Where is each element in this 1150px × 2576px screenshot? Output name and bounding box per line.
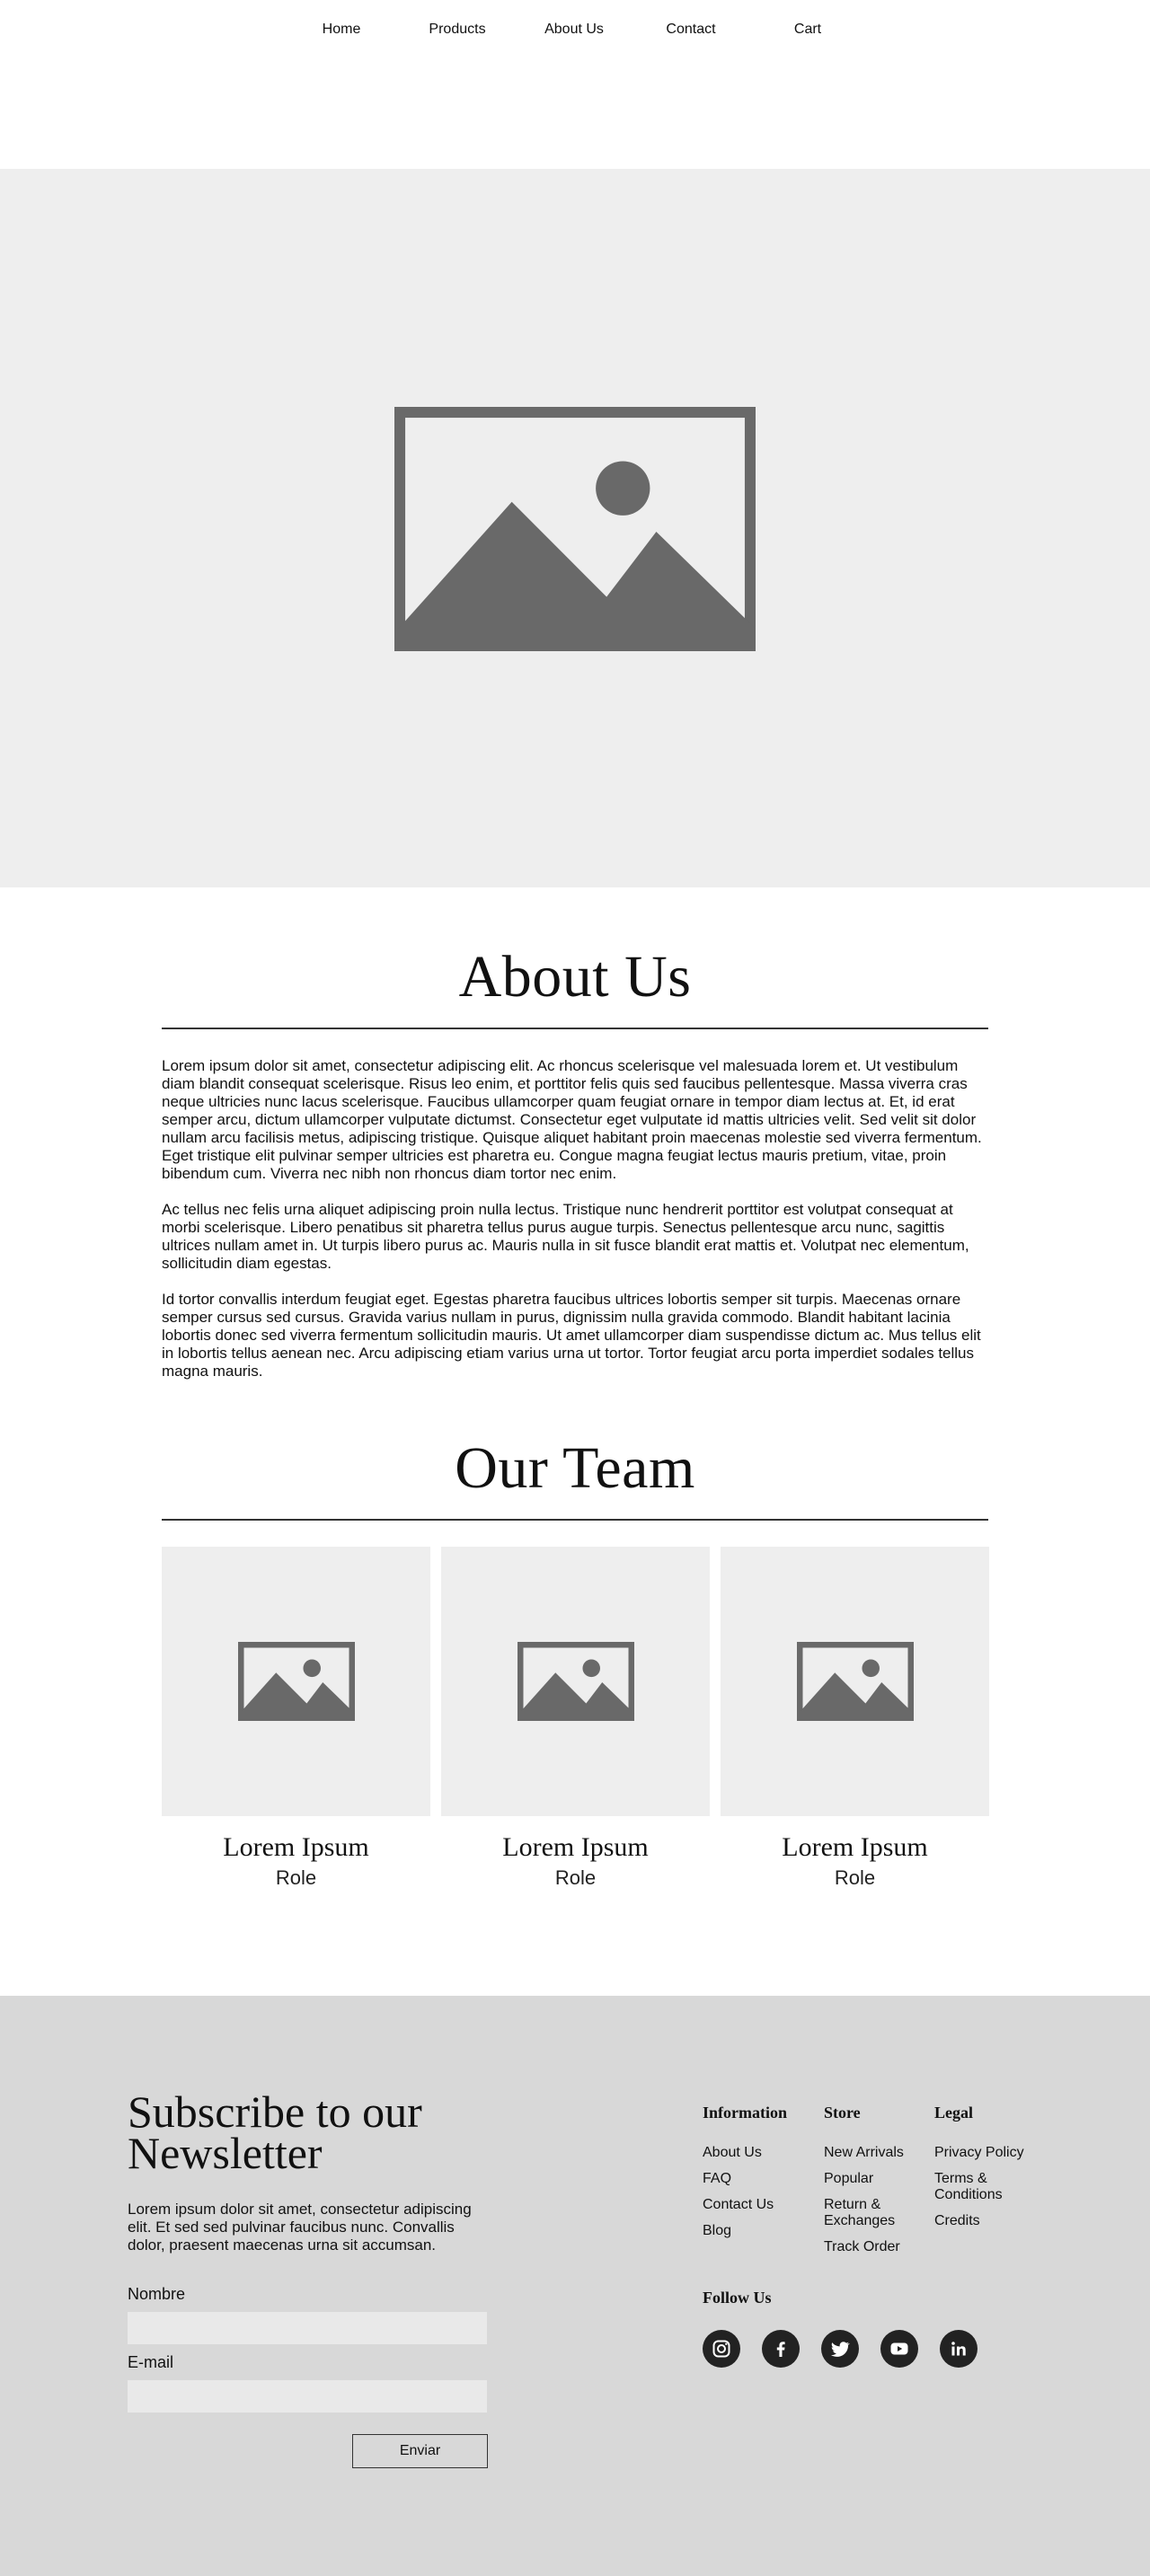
- team-member-name: Lorem Ipsum: [502, 1832, 649, 1862]
- about-title: About Us: [458, 944, 692, 1010]
- footer-link-track-order[interactable]: Track Order: [824, 2239, 914, 2255]
- submit-button[interactable]: Enviar: [352, 2434, 488, 2468]
- footer-link-about-us[interactable]: About Us: [703, 2145, 810, 2161]
- nav-item-products[interactable]: Products: [429, 22, 485, 38]
- newsletter-title-line-2: Newsletter: [128, 2128, 323, 2178]
- store-links: New Arrivals Popular Return & Exchanges …: [824, 2145, 914, 2265]
- legal-links: Privacy Policy Terms & Conditions Credit…: [934, 2145, 1033, 2239]
- email-field-label: E-mail: [128, 2353, 174, 2371]
- team-member-card: Lorem Ipsum Role: [441, 1547, 710, 1890]
- footer-link-privacy-policy[interactable]: Privacy Policy: [934, 2145, 1033, 2161]
- footer-link-terms-conditions[interactable]: Terms & Conditions: [934, 2171, 1033, 2203]
- about-paragraph-1: Lorem ipsum dolor sit amet, consectetur …: [162, 1057, 982, 1182]
- legal-column-title: Legal: [934, 2104, 973, 2122]
- name-input[interactable]: [128, 2312, 487, 2344]
- team-divider: [162, 1519, 988, 1521]
- newsletter-description: Lorem ipsum dolor sit amet, consectetur …: [128, 2201, 472, 2254]
- team-member-photo: [162, 1547, 430, 1816]
- footer-link-credits[interactable]: Credits: [934, 2213, 1033, 2229]
- email-input[interactable]: [128, 2380, 487, 2413]
- footer-link-new-arrivals[interactable]: New Arrivals: [824, 2145, 914, 2161]
- top-navigation: Home Products About Us Contact Cart: [0, 0, 1150, 61]
- team-member-name: Lorem Ipsum: [782, 1832, 928, 1862]
- newsletter-title: Subscribe to our Newsletter: [128, 2086, 505, 2178]
- linkedin-icon[interactable]: [940, 2330, 978, 2368]
- nav-item-home[interactable]: Home: [323, 22, 361, 38]
- footer-link-faq[interactable]: FAQ: [703, 2171, 810, 2187]
- information-column-title: Information: [703, 2104, 787, 2122]
- about-paragraph-3: Id tortor convallis interdum feugiat ege…: [162, 1291, 981, 1380]
- footer-link-blog[interactable]: Blog: [703, 2223, 810, 2239]
- about-body: Lorem ipsum dolor sit amet, consectetur …: [162, 1057, 988, 1398]
- about-paragraph-2: Ac tellus nec felis urna aliquet adipisc…: [162, 1201, 969, 1272]
- team-member-role: Role: [275, 1866, 317, 1889]
- team-member-card: Lorem Ipsum Role: [721, 1547, 989, 1890]
- footer: Subscribe to our Newsletter Lorem ipsum …: [0, 1996, 1150, 2576]
- follow-us-title: Follow Us: [703, 2289, 772, 2307]
- team-member-role: Role: [554, 1866, 597, 1889]
- footer-link-return-exchanges[interactable]: Return & Exchanges: [824, 2197, 914, 2229]
- image-placeholder-icon: [797, 1642, 914, 1721]
- team-title: Our Team: [455, 1435, 695, 1501]
- about-divider: [162, 1028, 988, 1029]
- footer-link-popular[interactable]: Popular: [824, 2171, 914, 2187]
- twitter-icon[interactable]: [821, 2330, 859, 2368]
- team-member-photo: [721, 1547, 989, 1816]
- store-column-title: Store: [824, 2104, 861, 2122]
- nav-item-cart[interactable]: Cart: [794, 22, 821, 38]
- image-placeholder-icon: [238, 1642, 355, 1721]
- team-member-card: Lorem Ipsum Role: [162, 1547, 430, 1890]
- nav-item-contact[interactable]: Contact: [666, 22, 715, 38]
- facebook-icon[interactable]: [762, 2330, 800, 2368]
- footer-link-contact-us[interactable]: Contact Us: [703, 2197, 810, 2213]
- nav-item-about-us[interactable]: About Us: [544, 22, 604, 38]
- team-member-name: Lorem Ipsum: [223, 1832, 369, 1862]
- instagram-icon[interactable]: [703, 2330, 740, 2368]
- hero-image-placeholder: [0, 169, 1150, 887]
- newsletter-title-line-1: Subscribe to our: [128, 2086, 422, 2137]
- team-member-photo: [441, 1547, 710, 1816]
- information-links: About Us FAQ Contact Us Blog: [703, 2145, 810, 2249]
- team-member-role: Role: [834, 1866, 876, 1889]
- image-placeholder-icon: [518, 1642, 634, 1721]
- name-field-label: Nombre: [128, 2285, 186, 2303]
- youtube-icon[interactable]: [880, 2330, 918, 2368]
- image-placeholder-icon: [394, 407, 756, 651]
